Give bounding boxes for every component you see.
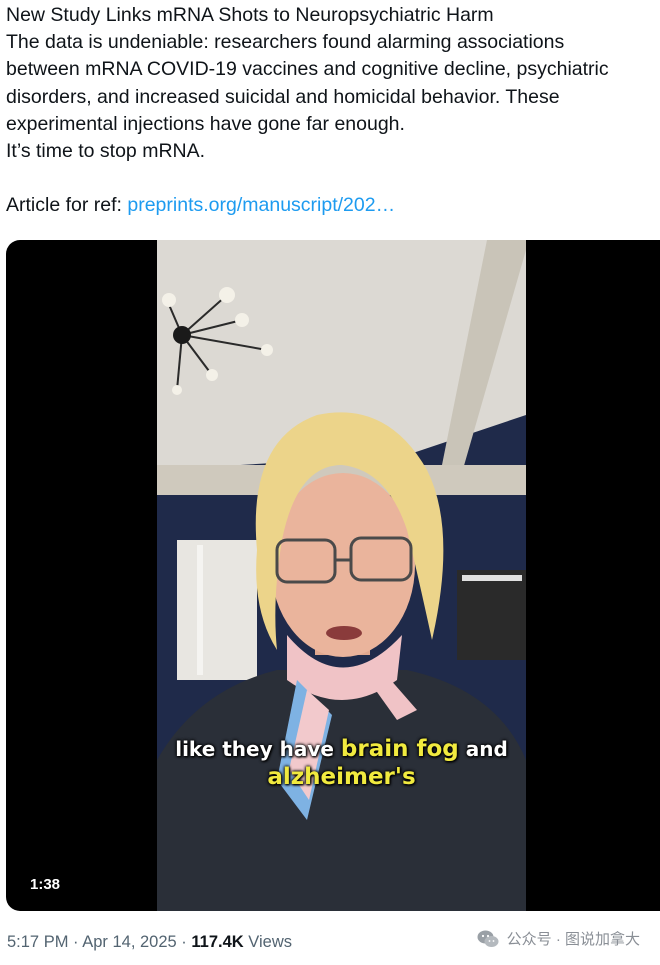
caption-text-2: and	[458, 737, 508, 761]
caption-highlight: brain fog	[340, 736, 459, 762]
tweet-body: New Study Links mRNA Shots to Neuropsych…	[6, 2, 656, 220]
ref-label: Article for ref:	[6, 194, 128, 217]
watermark: 公众号 · 图说加拿大	[477, 928, 640, 949]
tweet-line-6: It’s time to stop mRNA.	[6, 140, 206, 163]
post-date[interactable]: Apr 14, 2025	[82, 933, 177, 951]
tweet-line-2: The data is undeniable: researchers foun…	[6, 31, 565, 54]
ref-link[interactable]: preprints.org/manuscript/202…	[127, 194, 395, 216]
tweet-line-5: experimental injections have gone far en…	[6, 112, 405, 135]
video-frame[interactable]: like they have brain fog and alzheimer's	[157, 240, 526, 911]
caption-text-1: like they have	[175, 737, 341, 761]
tweet-line-3: between mRNA COVID-19 vaccines and cogni…	[6, 58, 609, 81]
video-caption-line-2: alzheimer's	[267, 764, 416, 790]
wechat-icon	[477, 929, 499, 949]
video-player[interactable]: like they have brain fog and alzheimer's…	[6, 240, 660, 911]
tweet-line-4: disorders, and increased suicidal and ho…	[6, 85, 560, 108]
tweet-screenshot: New Study Links mRNA Shots to Neuropsych…	[0, 0, 660, 965]
views-count: 117.4K	[191, 933, 244, 951]
tweet-ref-line: Article for ref: preprints.org/manuscrip…	[6, 192, 656, 219]
post-time[interactable]: 5:17 PM	[7, 933, 68, 951]
video-still	[157, 240, 526, 911]
watermark-text: 公众号 · 图说加拿大	[506, 931, 640, 948]
meta-separator-2: ·	[176, 933, 192, 951]
video-caption-line-1: like they have brain fog and	[157, 736, 526, 762]
meta-separator: ·	[68, 933, 83, 951]
views-label: Views	[243, 933, 292, 951]
tweet-line-1: New Study Links mRNA Shots to Neuropsych…	[6, 4, 494, 26]
video-duration-badge: 1:38	[22, 874, 69, 895]
tweet-meta: 5:17 PM · Apr 14, 2025 · 117.4K Views	[7, 933, 292, 952]
